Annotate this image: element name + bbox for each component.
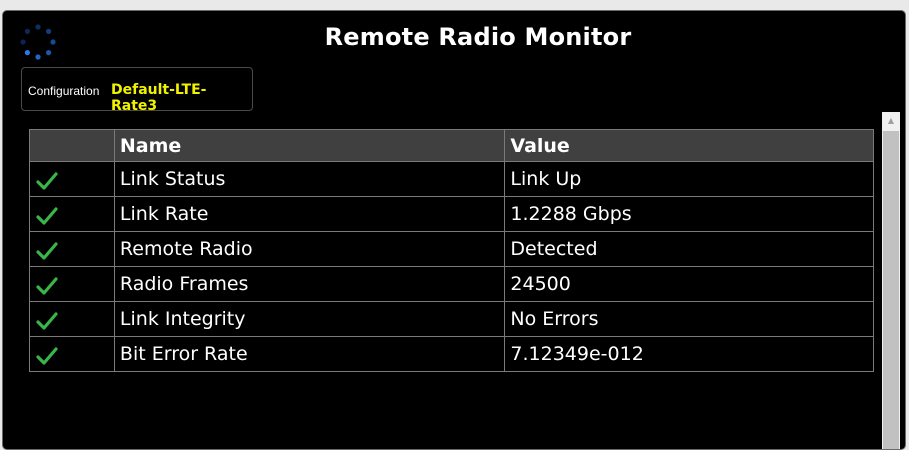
value-cell: 7.12349e-012 bbox=[504, 336, 874, 372]
check-icon bbox=[36, 312, 58, 330]
status-cell bbox=[29, 161, 115, 197]
table-row[interactable]: Remote Radio Detected bbox=[29, 231, 874, 267]
configuration-panel: Configuration Default-LTE-Rate3 bbox=[21, 67, 253, 114]
value-cell: No Errors bbox=[504, 301, 874, 337]
status-cell bbox=[29, 336, 115, 372]
configuration-label: Configuration bbox=[28, 84, 100, 98]
status-cell bbox=[29, 301, 115, 337]
status-cell bbox=[29, 266, 115, 302]
status-cell bbox=[29, 231, 115, 267]
value-cell: 24500 bbox=[504, 266, 874, 302]
table-row[interactable]: Radio Frames 24500 bbox=[29, 266, 874, 302]
value-cell: 1.2288 Gbps bbox=[504, 196, 874, 232]
scroll-up-arrow-icon[interactable]: ▲ bbox=[882, 112, 900, 130]
status-cell bbox=[29, 196, 115, 232]
check-icon bbox=[36, 347, 58, 365]
check-icon bbox=[36, 207, 58, 225]
name-cell: Link Status bbox=[113, 161, 506, 197]
column-header-name[interactable]: Name bbox=[113, 129, 506, 162]
table-row[interactable]: Bit Error Rate 7.12349e-012 bbox=[29, 336, 874, 372]
name-cell: Radio Frames bbox=[113, 266, 506, 302]
check-icon bbox=[36, 242, 58, 260]
column-header-value[interactable]: Value bbox=[504, 129, 874, 162]
name-cell: Bit Error Rate bbox=[113, 336, 506, 372]
configuration-value[interactable]: Default-LTE-Rate3 bbox=[111, 82, 252, 114]
column-header-status[interactable] bbox=[29, 129, 115, 162]
name-cell: Remote Radio bbox=[113, 231, 506, 267]
name-cell: Link Integrity bbox=[113, 301, 506, 337]
check-icon bbox=[36, 172, 58, 190]
scrollbar-thumb[interactable] bbox=[883, 131, 899, 449]
status-table: Name Value Link Status Link Up Link Rate… bbox=[29, 129, 874, 372]
page-title: Remote Radio Monitor bbox=[324, 23, 632, 51]
check-icon bbox=[36, 277, 58, 295]
value-cell: Detected bbox=[504, 231, 874, 267]
table-header-row: Name Value bbox=[29, 129, 874, 162]
table-row[interactable]: Link Status Link Up bbox=[29, 161, 874, 197]
table-row[interactable]: Link Rate 1.2288 Gbps bbox=[29, 196, 874, 232]
vertical-scrollbar[interactable]: ▲ bbox=[882, 112, 900, 449]
value-cell: Link Up bbox=[504, 161, 874, 197]
table-row[interactable]: Link Integrity No Errors bbox=[29, 301, 874, 337]
app-window: Remote Radio Monitor Configuration Defau… bbox=[2, 10, 906, 450]
name-cell: Link Rate bbox=[113, 196, 506, 232]
